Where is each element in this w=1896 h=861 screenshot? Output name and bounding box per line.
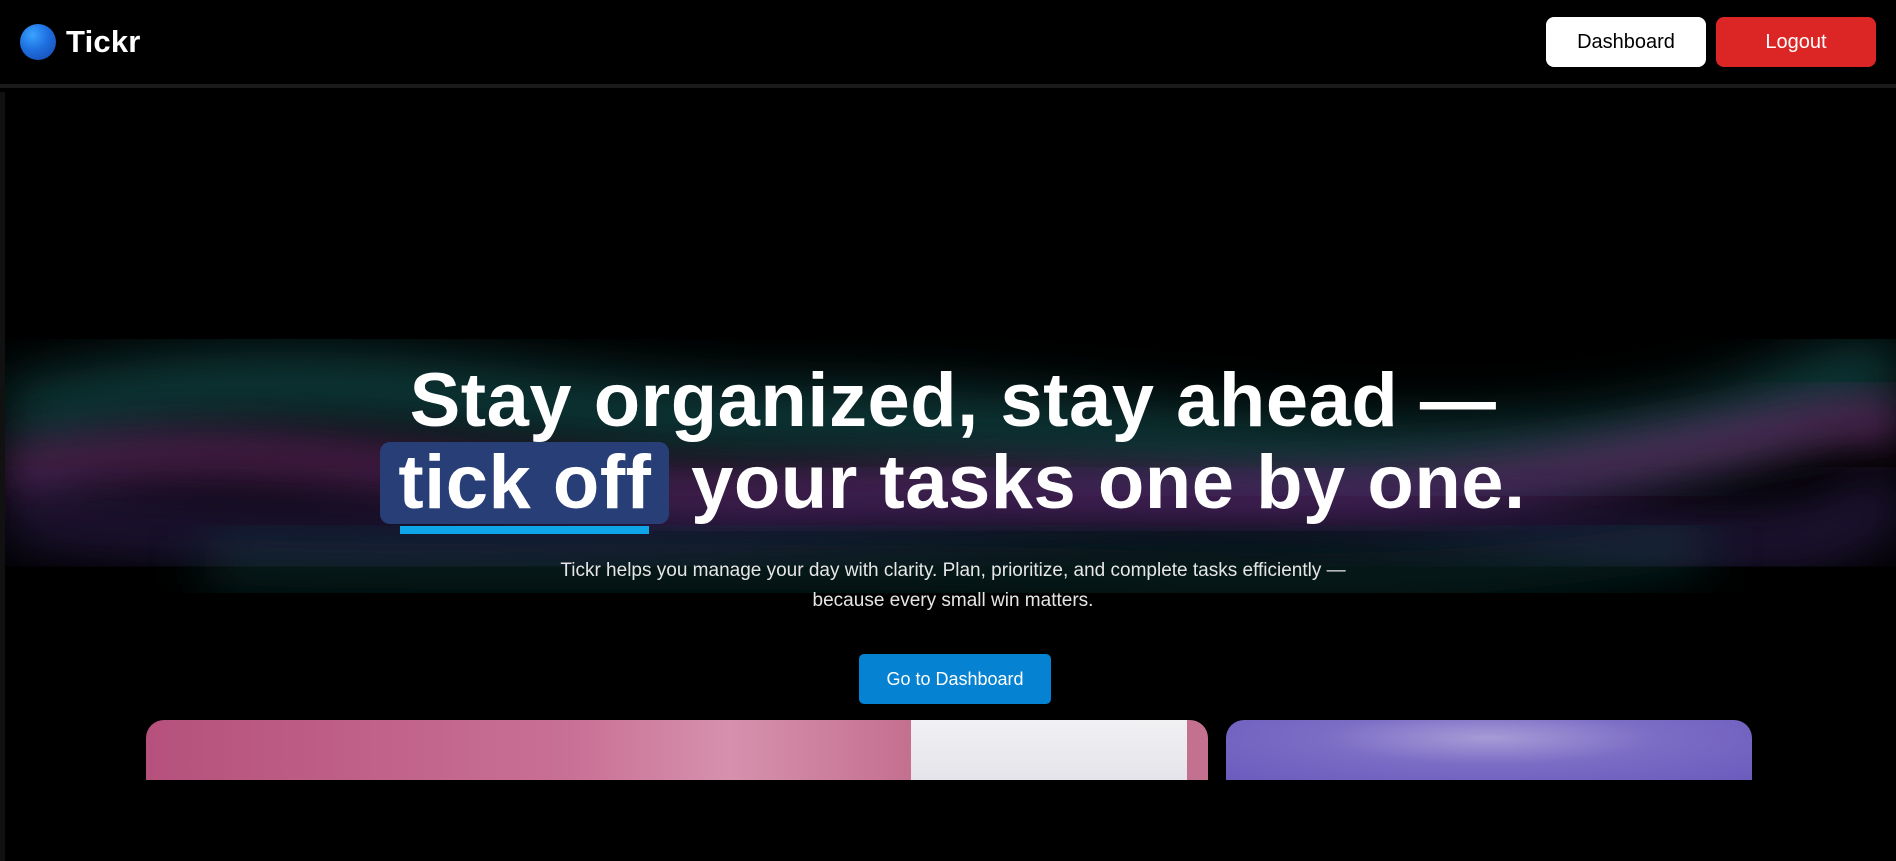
card-preview-panel bbox=[911, 720, 1187, 780]
feature-card-right bbox=[1226, 720, 1752, 780]
brand-name: Tickr bbox=[66, 24, 141, 59]
logout-button[interactable]: Logout bbox=[1716, 17, 1876, 67]
feature-card-left bbox=[146, 720, 1208, 780]
brand[interactable]: Tickr bbox=[20, 24, 141, 60]
logo-circle-icon bbox=[20, 24, 56, 60]
headline-rest: your tasks one by one. bbox=[669, 440, 1526, 525]
subtext-line2: because every small win matters. bbox=[812, 590, 1094, 611]
nav-actions: Dashboard Logout bbox=[1546, 17, 1876, 67]
headline-highlight-wrapper: tick off bbox=[380, 442, 670, 534]
top-navbar: Tickr Dashboard Logout bbox=[0, 0, 1896, 88]
go-to-dashboard-button[interactable]: Go to Dashboard bbox=[859, 654, 1051, 704]
hero-subtext: Tickr helps you manage your day with cla… bbox=[5, 556, 1896, 616]
subtext-line1: Tickr helps you manage your day with cla… bbox=[560, 560, 1346, 581]
headline-highlight: tick off bbox=[380, 442, 670, 534]
dashboard-button[interactable]: Dashboard bbox=[1546, 17, 1706, 67]
hero-headline: Stay organized, stay ahead — tick off yo… bbox=[5, 358, 1896, 534]
headline-line1: Stay organized, stay ahead — bbox=[409, 358, 1497, 443]
